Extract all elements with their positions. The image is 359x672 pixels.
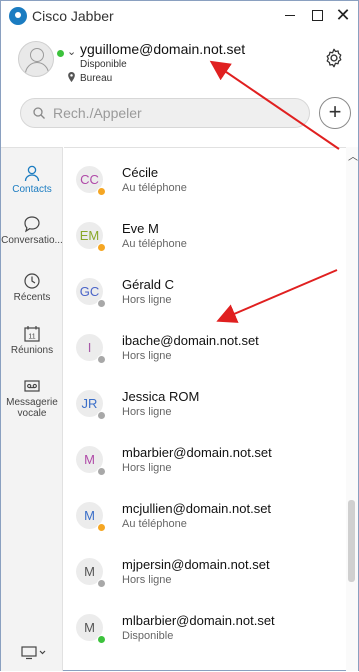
scrollbar[interactable]	[346, 147, 358, 671]
presence-dot-icon	[97, 411, 106, 420]
sidebar-item-label: Réunions	[10, 345, 54, 356]
user-status[interactable]: Disponible	[80, 59, 127, 70]
user-location: Bureau	[80, 73, 113, 84]
contact-status: Au téléphone	[122, 182, 187, 194]
contact-name: mlbarbier@domain.not.set	[122, 613, 275, 628]
contact-status: Au téléphone	[122, 518, 187, 530]
sidebar-item-voicemail[interactable]: Messagerie vocale	[1, 377, 63, 419]
search-icon	[33, 107, 45, 119]
maximize-icon	[311, 9, 323, 21]
search-call-input[interactable]: Rech./Appeler	[20, 98, 310, 128]
minimize-button[interactable]	[279, 5, 301, 25]
close-button[interactable]: ✕	[332, 5, 354, 25]
contact-status: Hors ligne	[122, 462, 172, 474]
contact-name: ibache@domain.not.set	[122, 333, 259, 348]
sidebar-item-label: Récents	[13, 292, 51, 303]
sidebar-nav: Contacts Conversatio... Récents 11 Réuni…	[1, 147, 63, 671]
sidebar-item-label: Messagerie vocale	[6, 397, 58, 419]
calendar-icon: 11	[24, 326, 40, 342]
presence-dot-icon	[97, 243, 106, 252]
location-pin-icon	[68, 72, 75, 82]
contact-row[interactable]: EM Eve M Au téléphone	[64, 208, 346, 264]
clock-icon	[24, 273, 40, 289]
chat-bubble-icon	[24, 216, 40, 233]
sidebar-item-recents[interactable]: Récents	[1, 272, 63, 303]
person-icon	[24, 165, 40, 182]
minimize-icon	[285, 14, 295, 16]
user-email: yguillome@domain.not.set	[80, 41, 246, 57]
presence-dot-icon	[97, 299, 106, 308]
contact-row[interactable]: CC Cécile Au téléphone	[64, 152, 346, 208]
contact-row[interactable]: Iibache@domain.not.set Hors ligne	[64, 320, 346, 376]
user-avatar[interactable]	[18, 41, 54, 77]
sidebar-item-meetings[interactable]: 11 Réunions	[1, 325, 63, 356]
presence-dot-icon	[97, 467, 106, 476]
sidebar-item-contacts[interactable]: Contacts	[1, 164, 63, 195]
contact-status: Hors ligne	[122, 350, 172, 362]
sidebar-item-conversations[interactable]: Conversatio...	[1, 215, 63, 246]
contact-status: Hors ligne	[122, 574, 172, 586]
contact-name: Cécile	[122, 165, 159, 180]
contact-name: Jessica ROM	[122, 389, 200, 404]
contact-row[interactable]: JR Jessica ROM Hors ligne	[64, 376, 346, 432]
search-placeholder: Rech./Appeler	[53, 105, 142, 121]
title-bar: Cisco Jabber ✕	[1, 1, 358, 31]
maximize-button[interactable]	[306, 5, 328, 25]
contact-row[interactable]: GC Gérald C Hors ligne	[64, 264, 346, 320]
presence-dot-icon	[97, 635, 106, 644]
scroll-up-chevron-icon[interactable]: ︿	[348, 148, 358, 163]
device-selector-icon[interactable]	[21, 646, 49, 660]
cisco-jabber-logo-icon	[9, 7, 27, 25]
voicemail-icon	[24, 380, 40, 392]
presence-dot-icon	[57, 50, 64, 57]
contact-name: mbarbier@domain.not.set	[122, 445, 272, 460]
jabber-window: Cisco Jabber ✕ ⌄ yguillome@domain.not.se…	[0, 0, 359, 671]
add-contact-button[interactable]: +	[319, 97, 351, 129]
contact-name: mcjullien@domain.not.set	[122, 501, 272, 516]
scrollbar-thumb[interactable]	[348, 500, 355, 582]
contact-row[interactable]: Mmlbarbier@domain.not.set Disponible	[64, 600, 346, 656]
presence-dot-icon	[97, 523, 106, 532]
presence-chevron-down-icon[interactable]: ⌄	[67, 45, 76, 58]
settings-gear-icon[interactable]	[323, 47, 345, 69]
sidebar-item-label: Contacts	[12, 184, 52, 195]
contact-row[interactable]: Mmcjullien@domain.not.set Au téléphone	[64, 488, 346, 544]
contact-status: Hors ligne	[122, 294, 172, 306]
contact-status: Hors ligne	[122, 406, 172, 418]
presence-dot-icon	[97, 355, 106, 364]
contact-name: mjpersin@domain.not.set	[122, 557, 270, 572]
contact-name: Gérald C	[122, 277, 175, 292]
presence-dot-icon	[97, 579, 106, 588]
contact-status: Disponible	[122, 630, 174, 642]
app-title: Cisco Jabber	[32, 8, 114, 24]
contact-name: Eve M	[122, 221, 159, 236]
svg-text:11: 11	[28, 334, 35, 341]
contact-row[interactable]: Mmjpersin@domain.not.set Hors ligne	[64, 544, 346, 600]
contact-row[interactable]: Mmbarbier@domain.not.set Hors ligne	[64, 432, 346, 488]
contact-status: Au téléphone	[122, 238, 187, 250]
contact-list: CC Cécile Au téléphone EM Eve M Au téléphone G…	[64, 147, 346, 672]
sidebar-item-label: Conversatio...	[1, 235, 63, 246]
presence-dot-icon	[97, 187, 106, 196]
